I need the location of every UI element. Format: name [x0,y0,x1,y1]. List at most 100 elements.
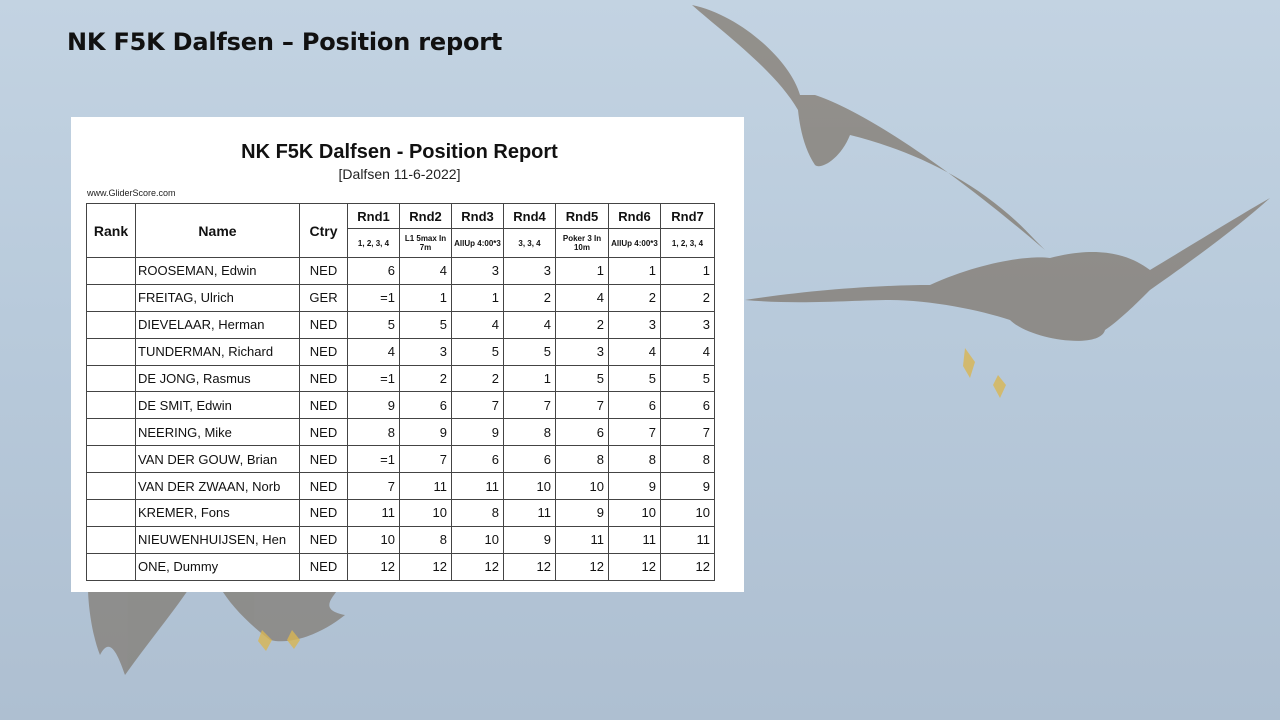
rank-cell [86,337,136,366]
position-cell: 12 [347,552,400,581]
table-row: DIEVELAAR, Herman NED 5 5 4 4 2 3 3 [86,310,715,339]
position-cell: 1 [608,257,661,285]
position-cell: 12 [608,552,661,581]
country-cell: NED [299,337,348,366]
position-table: Rank Name Ctry Rnd1 Rnd2 Rnd3 Rnd4 Rnd5 … [86,203,715,581]
pilot-name-cell: DIEVELAAR, Herman [135,310,300,339]
position-cell: 1 [555,257,609,285]
position-cell: 6 [399,391,452,420]
round-header: Rnd6 [608,203,661,229]
rank-cell [86,310,136,339]
round-task: AllUp 4:00*3 [451,228,504,258]
report-subtitle: [Dalfsen 11-6-2022] [338,166,461,182]
position-cell: 6 [555,418,609,447]
position-cell: 5 [451,337,504,366]
pilot-name-cell: NIEUWENHUIJSEN, Hen [135,525,300,554]
pilot-name-cell: DE SMIT, Edwin [135,391,300,420]
table-row: FREITAG, Ulrich GER =1 1 1 2 4 2 2 [86,283,715,312]
country-cell: NED [299,445,348,474]
position-cell: 7 [608,418,661,447]
position-cell: 7 [347,472,400,501]
table-row: VAN DER ZWAAN, Norb NED 7 11 11 10 10 9 9 [86,472,715,501]
pilot-name-cell: FREITAG, Ulrich [135,283,300,312]
position-cell: =1 [347,364,400,393]
website-label: www.GliderScore.com [87,188,176,198]
country-cell: NED [299,499,348,527]
rank-cell [86,257,136,285]
position-cell: 10 [451,525,504,554]
position-cell: 5 [555,364,609,393]
position-cell: 6 [451,445,504,474]
table-row: DE JONG, Rasmus NED =1 2 2 1 5 5 5 [86,364,715,393]
position-cell: 3 [555,337,609,366]
name-header: Name [135,203,300,258]
position-cell: 8 [347,418,400,447]
country-cell: GER [299,283,348,312]
rank-cell [86,499,136,527]
position-cell: 4 [503,310,556,339]
eagle-top-image [692,5,1270,398]
position-cell: 5 [399,310,452,339]
round-header: Rnd2 [399,203,452,229]
position-cell: 7 [555,391,609,420]
position-cell: 9 [608,472,661,501]
round-task: L1 5max In 7m [399,228,452,258]
pilot-name-cell: NEERING, Mike [135,418,300,447]
round-header: Rnd4 [503,203,556,229]
table-row: ROOSEMAN, Edwin NED 6 4 3 3 1 1 1 [86,257,715,285]
position-cell: 12 [660,552,715,581]
report-title: NK F5K Dalfsen - Position Report [241,141,558,163]
position-cell: 6 [503,445,556,474]
position-cell: 7 [660,418,715,447]
position-cell: 8 [503,418,556,447]
position-cell: 2 [399,364,452,393]
position-cell: 11 [503,499,556,527]
position-cell: 11 [451,472,504,501]
position-cell: 8 [608,445,661,474]
round-header: Rnd5 [555,203,609,229]
table-row: VAN DER GOUW, Brian NED =1 7 6 6 8 8 8 [86,445,715,474]
pilot-name-cell: TUNDERMAN, Richard [135,337,300,366]
position-cell: 6 [347,257,400,285]
pilot-name-cell: VAN DER GOUW, Brian [135,445,300,474]
position-cell: 10 [503,472,556,501]
ctry-header: Ctry [299,203,348,258]
position-cell: 12 [503,552,556,581]
position-cell: 2 [608,283,661,312]
position-cell: 9 [347,391,400,420]
position-cell: 3 [451,257,504,285]
pilot-name-cell: VAN DER ZWAAN, Norb [135,472,300,501]
position-cell: 8 [660,445,715,474]
position-cell: 7 [503,391,556,420]
position-cell: 8 [399,525,452,554]
table-row: NIEUWENHUIJSEN, Hen NED 10 8 10 9 11 11 11 [86,525,715,554]
round-task: AllUp 4:00*3 [608,228,661,258]
pilot-name-cell: ROOSEMAN, Edwin [135,257,300,285]
rank-cell [86,552,136,581]
country-cell: NED [299,525,348,554]
table-row: TUNDERMAN, Richard NED 4 3 5 5 3 4 4 [86,337,715,366]
slide-title: NK F5K Dalfsen – Position report [67,28,503,56]
position-cell: 12 [399,552,452,581]
round-header: Rnd3 [451,203,504,229]
position-cell: 9 [555,499,609,527]
position-cell: 9 [660,472,715,501]
position-cell: 5 [660,364,715,393]
position-cell: 10 [608,499,661,527]
rank-cell [86,391,136,420]
position-cell: 3 [399,337,452,366]
position-cell: 6 [608,391,661,420]
position-cell: 4 [347,337,400,366]
position-cell: 3 [503,257,556,285]
position-cell: 10 [660,499,715,527]
position-cell: 3 [608,310,661,339]
position-cell: 5 [347,310,400,339]
position-cell: 2 [451,364,504,393]
round-task: 1, 2, 3, 4 [660,228,715,258]
country-cell: NED [299,364,348,393]
position-cell: 11 [555,525,609,554]
position-cell: 10 [555,472,609,501]
position-cell: 2 [503,283,556,312]
position-cell: 5 [608,364,661,393]
position-report-panel: NK F5K Dalfsen - Position Report [Dalfse… [71,117,744,592]
